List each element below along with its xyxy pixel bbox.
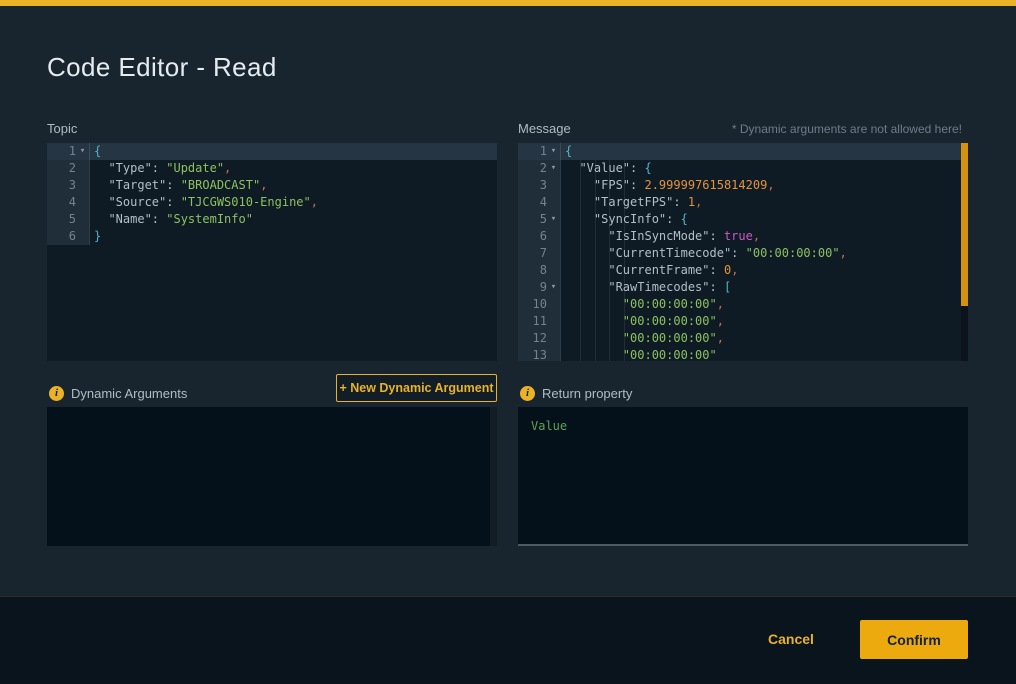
fold-arrow-icon[interactable]: ▾ (547, 143, 560, 160)
info-icon: i (49, 386, 64, 401)
code-text: "CurrentTimecode": "00:00:00:00", (561, 245, 968, 262)
dynamic-arguments-panel[interactable] (47, 407, 497, 546)
code-text: { (561, 143, 968, 160)
code-text: "Name": "SystemInfo" (90, 211, 497, 228)
code-line: 10 "00:00:00:00", (518, 296, 968, 313)
line-number-gutter[interactable]: 11 (518, 313, 561, 330)
code-text: "Source": "TJCGWS010-Engine", (90, 194, 497, 211)
code-line: 5 "Name": "SystemInfo" (47, 211, 497, 228)
code-line: 3 "Target": "BROADCAST", (47, 177, 497, 194)
return-property-label: Return property (542, 386, 632, 401)
code-line: 1▾{ (518, 143, 968, 160)
indent-guide (595, 160, 596, 361)
fold-arrow-icon[interactable]: ▾ (76, 143, 89, 160)
code-text: "Value": { (561, 160, 968, 177)
line-number-gutter[interactable]: 10 (518, 296, 561, 313)
code-line: 6} (47, 228, 497, 245)
indent-guide (580, 160, 581, 361)
line-number-gutter[interactable]: 4 (518, 194, 561, 211)
indent-guide (624, 160, 625, 361)
code-line: 13 "00:00:00:00" (518, 347, 968, 361)
code-line: 2 "Type": "Update", (47, 160, 497, 177)
line-number-gutter[interactable]: 12 (518, 330, 561, 347)
indent-guide (609, 160, 610, 361)
line-number-gutter[interactable]: 1▾ (47, 143, 90, 160)
confirm-button[interactable]: Confirm (860, 620, 968, 659)
code-line: 4 "Source": "TJCGWS010-Engine", (47, 194, 497, 211)
code-text: "00:00:00:00", (561, 330, 968, 347)
line-number-gutter[interactable]: 4 (47, 194, 90, 211)
code-line: 6 "IsInSyncMode": true, (518, 228, 968, 245)
code-line: 4 "TargetFPS": 1, (518, 194, 968, 211)
code-text: "00:00:00:00", (561, 313, 968, 330)
line-number-gutter[interactable]: 5 (47, 211, 90, 228)
code-line: 7 "CurrentTimecode": "00:00:00:00", (518, 245, 968, 262)
line-number-gutter[interactable]: 9▾ (518, 279, 561, 296)
code-text: "CurrentFrame": 0, (561, 262, 968, 279)
code-text: "00:00:00:00", (561, 296, 968, 313)
fold-arrow-icon[interactable]: ▾ (547, 279, 560, 296)
message-code-editor[interactable]: 1▾{2▾ "Value": {3 "FPS": 2.9999976158142… (518, 143, 968, 361)
dynamic-arguments-label: Dynamic Arguments (71, 386, 187, 401)
line-number-gutter[interactable]: 2▾ (518, 160, 561, 177)
line-number-gutter[interactable]: 6 (47, 228, 90, 245)
info-icon: i (520, 386, 535, 401)
code-line: 5▾ "SyncInfo": { (518, 211, 968, 228)
fold-arrow-icon[interactable]: ▾ (547, 211, 560, 228)
panel-scrollbar-track (490, 407, 497, 546)
line-number-gutter[interactable]: 6 (518, 228, 561, 245)
cancel-button[interactable]: Cancel (756, 624, 826, 654)
line-number-gutter[interactable]: 8 (518, 262, 561, 279)
line-number-gutter[interactable]: 5▾ (518, 211, 561, 228)
code-text: "RawTimecodes": [ (561, 279, 968, 296)
return-property-value: Value (531, 419, 567, 433)
code-text: "TargetFPS": 1, (561, 194, 968, 211)
page-title: Code Editor - Read (47, 52, 277, 83)
topic-label: Topic (47, 121, 77, 136)
code-line: 3 "FPS": 2.999997615814209, (518, 177, 968, 194)
code-line: 2▾ "Value": { (518, 160, 968, 177)
return-property-input[interactable]: Value (518, 407, 968, 546)
code-line: 1▾{ (47, 143, 497, 160)
line-number-gutter[interactable]: 3 (518, 177, 561, 194)
code-line: 11 "00:00:00:00", (518, 313, 968, 330)
message-scrollbar[interactable] (961, 143, 968, 361)
code-line: 9▾ "RawTimecodes": [ (518, 279, 968, 296)
scrollbar-thumb[interactable] (961, 143, 968, 306)
code-text: "00:00:00:00" (561, 347, 968, 361)
line-number-gutter[interactable]: 7 (518, 245, 561, 262)
code-text: "IsInSyncMode": true, (561, 228, 968, 245)
code-text: "Target": "BROADCAST", (90, 177, 497, 194)
line-number-gutter[interactable]: 2 (47, 160, 90, 177)
code-text: } (90, 228, 497, 245)
new-dynamic-argument-button[interactable]: + New Dynamic Argument (336, 374, 497, 402)
accent-topbar (0, 0, 1016, 6)
code-text: { (90, 143, 497, 160)
code-text: "Type": "Update", (90, 160, 497, 177)
fold-arrow-icon[interactable]: ▾ (547, 160, 560, 177)
topic-code-editor[interactable]: 1▾{2 "Type": "Update",3 "Target": "BROAD… (47, 143, 497, 361)
code-line: 8 "CurrentFrame": 0, (518, 262, 968, 279)
line-number-gutter[interactable]: 3 (47, 177, 90, 194)
code-line: 12 "00:00:00:00", (518, 330, 968, 347)
dynamic-arguments-note: * Dynamic arguments are not allowed here… (518, 122, 962, 136)
line-number-gutter[interactable]: 13 (518, 347, 561, 361)
code-text: "SyncInfo": { (561, 211, 968, 228)
code-text: "FPS": 2.999997615814209, (561, 177, 968, 194)
line-number-gutter[interactable]: 1▾ (518, 143, 561, 160)
